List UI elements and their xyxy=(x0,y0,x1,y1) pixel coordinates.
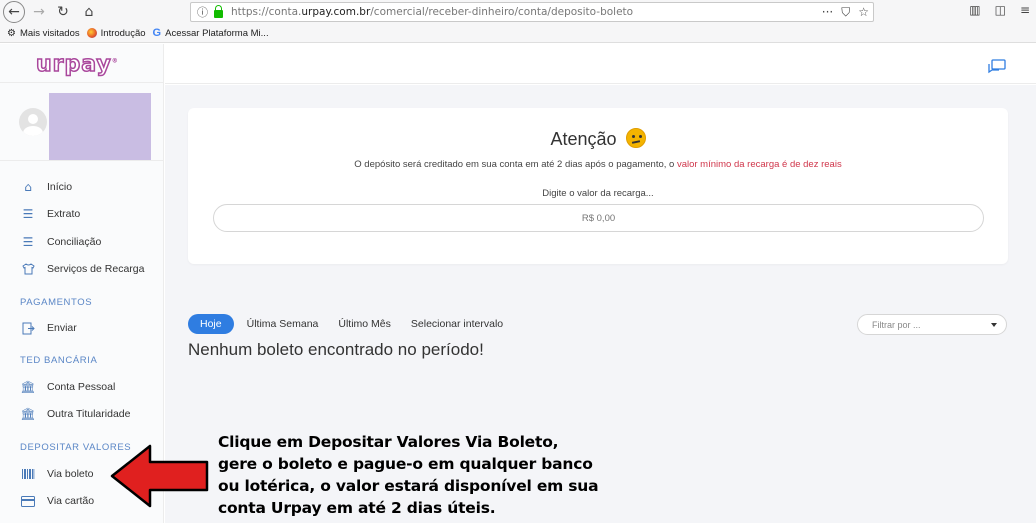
filter-select[interactable]: Filtrar por ... xyxy=(857,314,1007,335)
tab-hoje[interactable]: Hoje xyxy=(188,314,234,334)
url-text[interactable]: https://conta.urpay.com.br/comercial/rec… xyxy=(231,6,633,18)
sidebar-item-enviar[interactable]: Enviar xyxy=(20,321,77,335)
shirt-icon xyxy=(20,262,36,276)
sidebar-item-label: Enviar xyxy=(47,322,77,334)
list-icon: ☰ xyxy=(22,235,34,249)
sidebar-item-via-boleto[interactable]: Via boleto xyxy=(20,467,94,481)
caret-down-icon xyxy=(991,323,997,327)
sidebar-item-outra-titularidade[interactable]: 🏛 Outra Titularidade xyxy=(20,407,130,421)
sidebar-item-via-cartao[interactable]: Via cartão xyxy=(20,494,94,508)
lock-icon xyxy=(214,5,223,18)
page-actions-icon[interactable]: ··· xyxy=(822,5,833,20)
chat-icon[interactable] xyxy=(988,59,1006,74)
tab-selecionar-intervalo[interactable]: Selecionar intervalo xyxy=(411,318,503,330)
google-icon: G xyxy=(152,27,162,39)
send-icon xyxy=(20,321,36,335)
avatar[interactable] xyxy=(19,108,47,136)
divider xyxy=(0,160,164,161)
amount-label: Digite o valor da recarga... xyxy=(542,188,654,199)
screen: ← → ↻ ⌂ ⓘ https://conta.urpay.com.br/com… xyxy=(0,0,1036,523)
tutorial-annotation: Clique em Depositar Valores Via Boleto, … xyxy=(218,431,628,519)
bookmark-most-visited[interactable]: ⚙ Mais visitados xyxy=(7,28,80,39)
url-path: /comercial/receber-dinheiro/conta/deposi… xyxy=(370,6,634,18)
card-title-text: Atenção xyxy=(550,129,617,149)
browser-toolbar: ← → ↻ ⌂ ⓘ https://conta.urpay.com.br/com… xyxy=(0,0,1036,24)
thinking-emoji-icon xyxy=(625,128,646,148)
annotation-line: Clique em Depositar Valores Via Boleto, xyxy=(218,433,559,451)
description-text: O depósito será creditado em sua conta e… xyxy=(354,159,677,170)
tab-ultima-semana[interactable]: Última Semana xyxy=(247,318,319,330)
sidebar-item-label: Início xyxy=(47,181,73,193)
top-bar xyxy=(165,44,1036,84)
library-icon[interactable]: ▥ xyxy=(969,3,980,17)
sidebar-item-label: Extrato xyxy=(47,208,81,220)
profile-redacted-block xyxy=(49,93,151,160)
bookmark-label: Mais visitados xyxy=(19,27,80,39)
sidebar-toggle-icon[interactable]: ◫ xyxy=(995,3,1006,17)
reload-icon[interactable]: ↻ xyxy=(52,1,74,23)
annotation-line: ou lotérica, o valor estará disponível e… xyxy=(218,477,599,495)
sidebar-item-label: Conciliação xyxy=(47,236,102,248)
sidebar-item-conta-pessoal[interactable]: 🏛 Conta Pessoal xyxy=(20,380,115,394)
sidebar-item-extrato[interactable]: ☰ Extrato xyxy=(20,207,81,221)
card-title: Atenção xyxy=(188,128,1008,150)
menu-icon[interactable]: ≡ xyxy=(1020,3,1030,17)
annotation-line: gere o boleto e pague-o em qualquer banc… xyxy=(218,455,593,473)
date-range-tabs: Hoje Última Semana Último Mês Selecionar… xyxy=(188,314,523,334)
url-domain: urpay.com.br xyxy=(301,6,371,18)
bookmarks-bar: ⚙ Mais visitados Introdução G Acessar Plat… xyxy=(0,24,1036,43)
card-description: O depósito será creditado em sua conta e… xyxy=(188,159,1008,170)
bookmark-star-icon[interactable]: ☆ xyxy=(858,5,869,20)
divider xyxy=(0,82,164,83)
firefox-icon xyxy=(86,28,97,38)
section-ted-bancaria: TED BANCÁRIA xyxy=(20,355,98,366)
tab-ultimo-mes[interactable]: Último Mês xyxy=(338,318,391,330)
sidebar-item-label: Outra Titularidade xyxy=(47,408,131,420)
sidebar-item-conciliacao[interactable]: ☰ Conciliação xyxy=(20,235,102,249)
bookmark-introduction[interactable]: Introdução xyxy=(86,27,146,39)
back-icon[interactable]: ← xyxy=(3,1,25,23)
red-arrow-icon xyxy=(110,444,209,508)
bookmark-platform[interactable]: G Acessar Plataforma Mi... xyxy=(153,27,269,39)
sidebar-item-label: Via cartão xyxy=(47,495,95,507)
list-icon: ☰ xyxy=(22,207,34,221)
sidebar-item-servicos-recarga[interactable]: Serviços de Recarga xyxy=(20,262,144,276)
gear-icon: ⚙ xyxy=(7,27,16,39)
address-bar[interactable]: ⓘ https://conta.urpay.com.br/comercial/r… xyxy=(190,2,874,22)
barcode-icon xyxy=(20,467,36,481)
sidebar-item-label: Via boleto xyxy=(47,468,94,480)
bank-icon: 🏛 xyxy=(20,380,36,394)
home-icon: ⌂ xyxy=(24,180,32,194)
empty-state-message: Nenhum boleto encontrado no período! xyxy=(188,340,484,359)
filter-placeholder: Filtrar por ... xyxy=(872,320,921,330)
attention-card: Atenção O depósito será creditado em sua… xyxy=(188,108,1008,264)
section-pagamentos: PAGAMENTOS xyxy=(20,297,93,308)
bank-icon: 🏛 xyxy=(20,407,36,421)
url-prefix: https://conta. xyxy=(231,6,302,18)
home-icon[interactable]: ⌂ xyxy=(78,1,100,23)
sidebar-item-label: Conta Pessoal xyxy=(47,381,116,393)
pocket-icon[interactable]: ⛉ xyxy=(841,5,850,20)
bookmark-label: Introdução xyxy=(100,27,146,39)
amount-input[interactable] xyxy=(213,204,984,232)
forward-icon[interactable]: → xyxy=(28,1,50,23)
info-icon[interactable]: ⓘ xyxy=(197,4,208,20)
sidebar-item-label: Serviços de Recarga xyxy=(47,263,145,275)
logo-text: urpay xyxy=(35,51,112,78)
annotation-line: conta Urpay em até 2 dias úteis. xyxy=(218,499,496,517)
card-icon xyxy=(20,494,36,508)
sidebar-item-inicio[interactable]: ⌂ Início xyxy=(20,180,72,194)
urpay-logo[interactable]: urpay® xyxy=(35,51,119,78)
description-highlight: valor mínimo da recarga é de dez reais xyxy=(676,159,842,170)
bookmark-label: Acessar Plataforma Mi... xyxy=(165,27,269,39)
